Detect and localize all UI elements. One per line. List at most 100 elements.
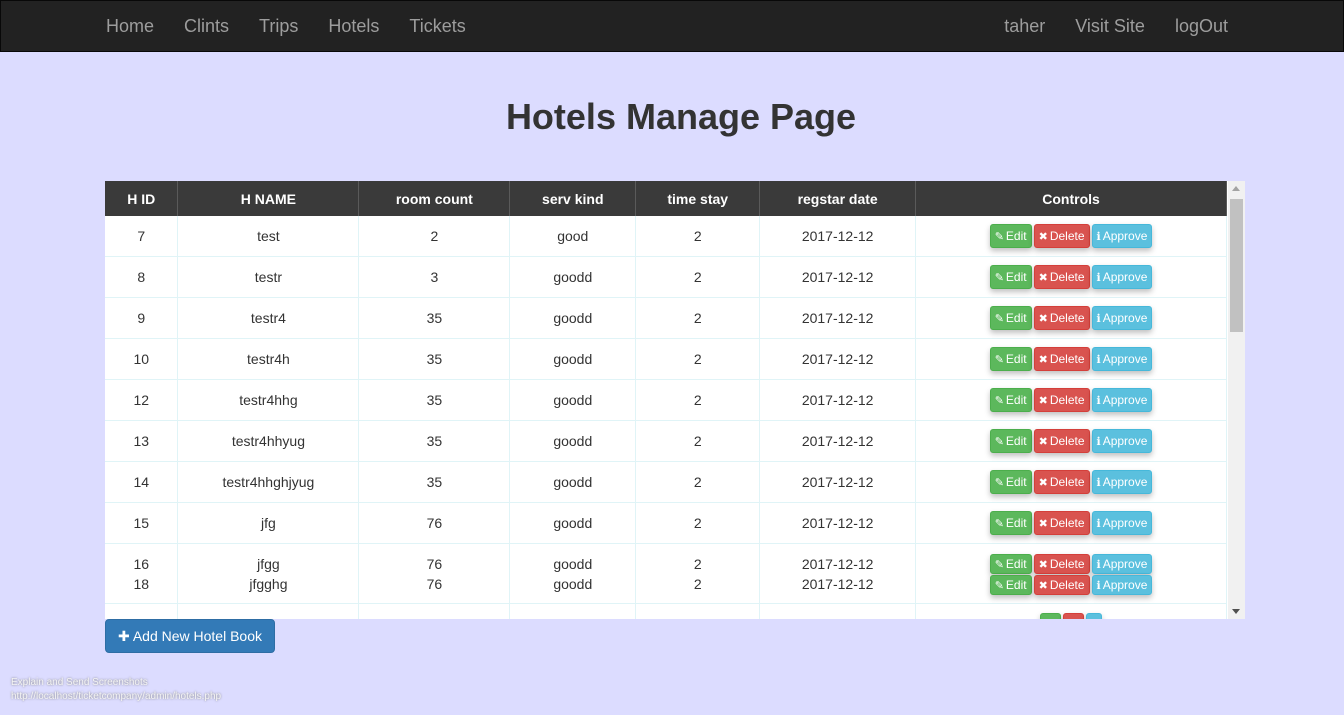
info-icon: ℹ [1096, 579, 1101, 592]
delete-button[interactable]: ✖ [1062, 613, 1085, 619]
approve-button[interactable]: ℹ Approve [1091, 388, 1153, 412]
delete-button[interactable]: ✖ Delete [1033, 306, 1090, 330]
cell-controls: ✎ Edit ✖ Delete ℹ Approve [915, 216, 1227, 257]
edit-label: Edit [1005, 393, 1027, 407]
edit-label: Edit [1005, 556, 1027, 571]
approve-button[interactable]: ℹ Approve [1091, 470, 1153, 494]
cell-room-count: 76 76 [358, 543, 511, 604]
cell-regstar-date: 2017-12-12 2017-12-12 [759, 543, 917, 604]
cell-name: jfg [177, 502, 360, 544]
close-icon: ✖ [1038, 477, 1048, 489]
edit-button[interactable]: ✎ Edit [989, 470, 1032, 494]
table-row: 12 testr4hhg 35 goodd 2 2017-12-12 ✎ Edit ✖ Delet… [105, 379, 1227, 421]
nav-visit-site[interactable]: Visit Site [1060, 1, 1160, 51]
scroll-down-arrow[interactable] [1232, 609, 1240, 614]
info-icon: ℹ [1096, 231, 1101, 243]
col-header-serv-kind: serv kind [509, 181, 637, 216]
cell-id-a: 16 [133, 555, 150, 572]
delete-button[interactable]: ✖ Delete [1033, 553, 1090, 574]
edit-button[interactable]: ✎ Edit [989, 429, 1032, 453]
approve-button[interactable]: ℹ Approve [1091, 574, 1153, 595]
cell-regstar-date: 2017-12-12 [759, 256, 917, 298]
close-icon: ✖ [1038, 272, 1048, 284]
edit-button[interactable]: ✎ Edit [989, 306, 1032, 330]
cell-id: 14 [105, 461, 179, 503]
scroll-thumb[interactable] [1230, 199, 1243, 332]
col-header-regstar-date: regstar date [759, 181, 917, 216]
cell-time-stay: 2 [635, 502, 761, 544]
close-icon: ✖ [1038, 354, 1048, 366]
approve-button[interactable]: ℹ Approve [1091, 511, 1153, 535]
cell-regstar-date [759, 603, 917, 619]
edit-label: Edit [1005, 434, 1027, 448]
cell-room-count [358, 603, 511, 619]
approve-label: Approve [1102, 475, 1148, 489]
nav-trips[interactable]: Trips [244, 1, 313, 51]
cell-controls: ✎ Edit ✖ Delete ℹ Approve [915, 420, 1227, 462]
edit-icon: ✎ [994, 518, 1004, 530]
edit-button[interactable]: ✎ Edit [989, 574, 1032, 595]
approve-button[interactable]: ℹ Approve [1091, 553, 1153, 574]
cell-id-b: 18 [133, 575, 150, 592]
cell-room-count: 76 [358, 502, 511, 544]
cell-time-stay: 2 [635, 338, 761, 380]
cell-serv-kind: goodd [509, 297, 637, 339]
cell-time-stay: 2 [635, 461, 761, 503]
edit-label: Edit [1005, 229, 1027, 243]
delete-button[interactable]: ✖ Delete [1033, 347, 1090, 371]
edit-label: Edit [1005, 475, 1027, 489]
delete-label: Delete [1049, 311, 1085, 325]
footer-note: Explain and Send Screenshots http://loca… [11, 676, 221, 704]
nav-tickets[interactable]: Tickets [394, 1, 480, 51]
delete-button[interactable]: ✖ Delete [1033, 265, 1090, 289]
nav-clints[interactable]: Clints [169, 1, 244, 51]
edit-button[interactable]: ✎ Edit [989, 347, 1032, 371]
info-icon: ℹ [1096, 354, 1101, 366]
cell-id [105, 603, 179, 619]
add-hotel-book-button[interactable]: ✚ Add New Hotel Book [105, 619, 275, 653]
edit-button[interactable]: ✎ Edit [989, 553, 1032, 574]
cell-serv-kind: goodd [509, 420, 637, 462]
edit-button[interactable]: ✎ Edit [989, 388, 1032, 412]
info-icon: ℹ [1096, 395, 1101, 407]
edit-label: Edit [1005, 311, 1027, 325]
approve-button[interactable]: ℹ [1086, 613, 1103, 619]
approve-label: Approve [1102, 270, 1148, 284]
nav-logout[interactable]: logOut [1160, 1, 1243, 51]
edit-button[interactable]: ✎ Edit [989, 265, 1032, 289]
cell-serv-kind-b: goodd [553, 575, 593, 592]
nav-user[interactable]: taher [989, 1, 1060, 51]
table-header-row: H ID H NAME room count serv kind time st… [105, 181, 1227, 216]
info-icon: ℹ [1096, 477, 1101, 489]
delete-button[interactable]: ✖ Delete [1033, 224, 1090, 248]
table-scrollbar[interactable] [1228, 181, 1245, 619]
scroll-up-arrow[interactable] [1232, 186, 1240, 191]
approve-button[interactable]: ℹ Approve [1091, 265, 1153, 289]
info-icon: ℹ [1096, 436, 1101, 448]
close-icon: ✖ [1038, 395, 1048, 407]
cell-id: 13 [105, 420, 179, 462]
nav-hotels[interactable]: Hotels [313, 1, 394, 51]
approve-label: Approve [1102, 352, 1148, 366]
cell-id: 7 [105, 216, 179, 257]
cell-time-stay: 2 [635, 256, 761, 298]
edit-button[interactable]: ✎ Edit [989, 511, 1032, 535]
delete-button[interactable]: ✖ Delete [1033, 511, 1090, 535]
cell-id: 16 18 [105, 543, 179, 604]
approve-button[interactable]: ℹ Approve [1091, 306, 1153, 330]
approve-button[interactable]: ℹ Approve [1091, 224, 1153, 248]
cell-name-b: jfgghg [249, 575, 288, 592]
edit-button[interactable]: ✎ [1039, 613, 1061, 619]
approve-button[interactable]: ℹ Approve [1091, 347, 1153, 371]
delete-button[interactable]: ✖ Delete [1033, 429, 1090, 453]
edit-button[interactable]: ✎ Edit [989, 224, 1032, 248]
cell-room-count: 35 [358, 379, 511, 421]
approve-button[interactable]: ℹ Approve [1091, 429, 1153, 453]
delete-button[interactable]: ✖ Delete [1033, 388, 1090, 412]
cell-name-a: jfgg [257, 555, 280, 572]
cell-room-count: 35 [358, 297, 511, 339]
delete-button[interactable]: ✖ Delete [1033, 574, 1090, 595]
col-header-name: H NAME [177, 181, 360, 216]
delete-button[interactable]: ✖ Delete [1033, 470, 1090, 494]
nav-home[interactable]: Home [91, 1, 169, 51]
